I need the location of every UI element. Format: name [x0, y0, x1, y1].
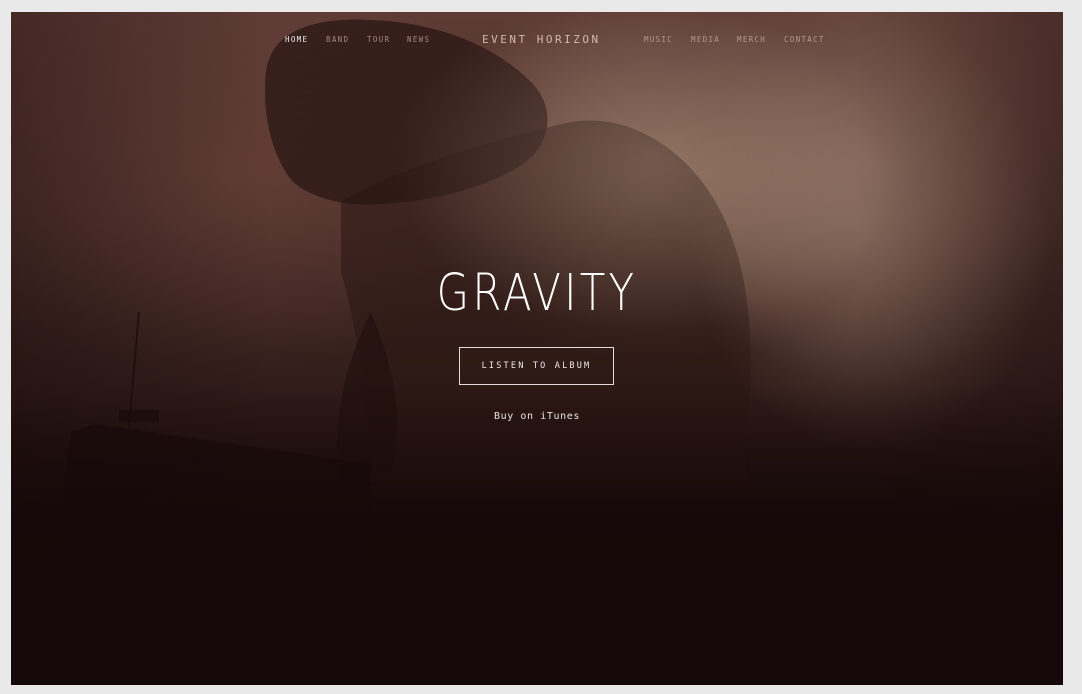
- buy-on-itunes-link-row: Buy on iTunes: [11, 411, 1063, 422]
- nav-tour[interactable]: TOUR: [367, 35, 390, 44]
- site-logo[interactable]: EVENT HORIZON: [482, 33, 601, 46]
- nav-contact[interactable]: CONTACT: [784, 35, 825, 44]
- nav-merch[interactable]: MERCH: [737, 35, 766, 44]
- nav-media[interactable]: MEDIA: [691, 35, 720, 44]
- buy-on-itunes-link[interactable]: Buy on iTunes: [494, 411, 580, 422]
- nav-home[interactable]: HOME: [285, 35, 308, 44]
- main-navigation: HOME BAND TOUR NEWS EVENT HORIZON MUSIC …: [11, 12, 1063, 64]
- album-title: GRAVITY: [436, 264, 638, 323]
- hero-section: HOME BAND TOUR NEWS EVENT HORIZON MUSIC …: [11, 12, 1063, 685]
- nav-news[interactable]: NEWS: [407, 35, 430, 44]
- listen-to-album-button[interactable]: LISTEN TO ALBUM: [459, 347, 614, 385]
- nav-music[interactable]: MUSIC: [644, 35, 673, 44]
- nav-band[interactable]: BAND: [326, 35, 349, 44]
